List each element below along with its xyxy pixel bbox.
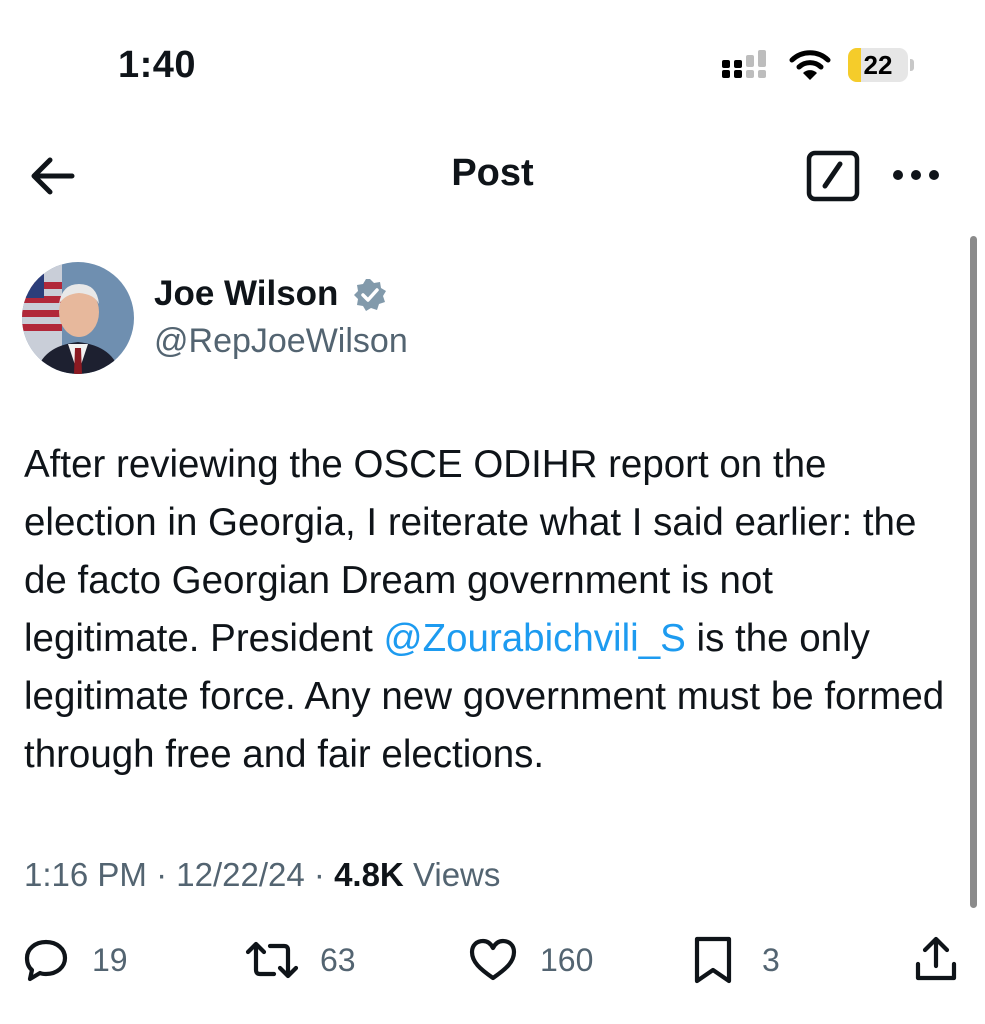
views-count: 4.8K [334, 856, 404, 893]
post-meta: 1:16 PM · 12/22/24 · 4.8K Views [24, 856, 500, 894]
bookmark-button[interactable]: 3 [692, 936, 780, 984]
compose-button[interactable] [806, 150, 860, 202]
post-text: After reviewing the OSCE ODIHR report on… [24, 436, 954, 784]
scrollbar[interactable] [970, 236, 977, 908]
verified-badge-icon [354, 279, 386, 311]
repost-icon [245, 941, 299, 979]
reply-icon [24, 939, 68, 982]
like-button[interactable]: 160 [468, 936, 593, 984]
cellular-signal-icon [722, 50, 766, 78]
compose-icon [806, 150, 860, 202]
avatar[interactable] [22, 262, 134, 374]
status-time: 1:40 [118, 44, 197, 86]
bookmark-icon [694, 936, 732, 984]
battery-indicator: 22 [848, 48, 914, 82]
author-handle[interactable]: @RepJoeWilson [154, 322, 408, 361]
author-name[interactable]: Joe Wilson [154, 274, 338, 314]
bookmark-count: 3 [762, 941, 780, 978]
post-time[interactable]: 1:16 PM [24, 856, 147, 893]
repost-count: 63 [320, 941, 356, 978]
views-label: Views [412, 856, 501, 893]
battery-level: 22 [863, 50, 893, 80]
heart-icon [469, 938, 517, 981]
repost-button[interactable]: 63 [244, 936, 356, 984]
wifi-icon [789, 50, 831, 80]
more-options-button[interactable] [890, 160, 942, 190]
post-date[interactable]: 12/22/24 [176, 856, 304, 893]
more-icon [893, 170, 939, 180]
reply-count: 19 [92, 941, 128, 978]
profile-photo [22, 262, 134, 374]
share-icon [915, 936, 957, 981]
meta-separator: · [313, 856, 325, 893]
reply-button[interactable]: 19 [22, 936, 128, 984]
share-button[interactable] [912, 936, 960, 984]
like-count: 160 [540, 941, 594, 978]
meta-separator: · [156, 856, 168, 893]
mention-link[interactable]: @Zourabichvili_S [384, 617, 686, 660]
